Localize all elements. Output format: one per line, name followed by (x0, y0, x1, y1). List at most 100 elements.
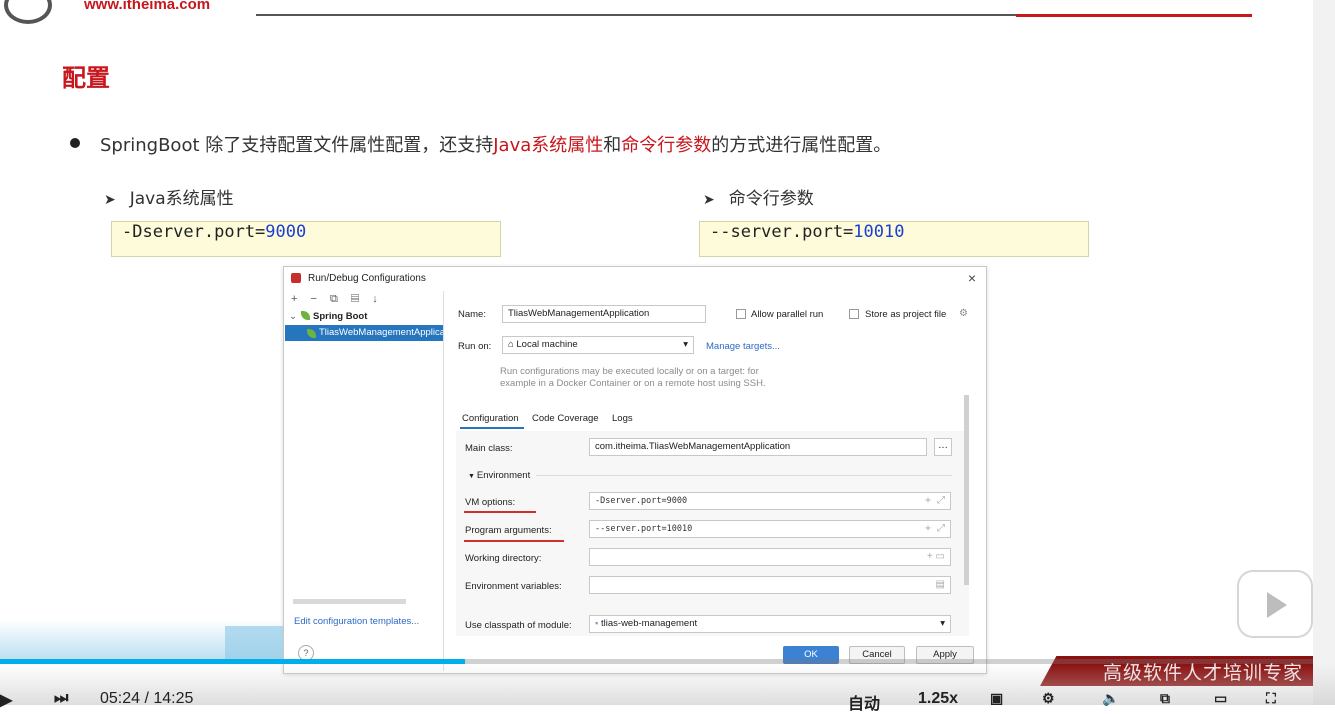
vm-options-value: -Dserver.port=9000 (595, 496, 688, 506)
page-scrollbar[interactable] (1313, 0, 1335, 705)
program-args-underline (464, 540, 564, 542)
config-tree-panel: + − ⧉ ▤ ↓ ⌄ Spring Boot TliasWebManagemen… (285, 291, 444, 671)
working-dir-input[interactable]: + ▭ (589, 548, 951, 566)
tree-group-spring-boot[interactable]: ⌄ Spring Boot (289, 311, 367, 322)
header-divider (256, 14, 1016, 16)
bullet-highlight-java: Java系统属性 (493, 135, 604, 156)
java-code-value: 9000 (265, 222, 307, 242)
tab-active-indicator (460, 427, 524, 429)
cmd-args-label: 命令行参数 (728, 189, 814, 209)
bullet-part1: SpringBoot 除了支持配置文件属性配置，还支持 (100, 135, 494, 156)
decorative-wave (225, 626, 283, 662)
widescreen-icon[interactable]: ▭ (1214, 690, 1227, 707)
tree-toolbar[interactable]: + − ⧉ ▤ ↓ (291, 293, 383, 306)
chevron-down-icon: ▾ (683, 339, 688, 350)
vm-options-label: VM options: (465, 497, 516, 508)
name-label: Name: (458, 309, 486, 320)
itheima-logo (0, 0, 80, 24)
video-time: 05:24 / 14:25 (100, 690, 194, 707)
spring-boot-icon (301, 311, 310, 320)
dialog-title: Run/Debug Configurations (308, 273, 426, 284)
java-props-code: -Dserver.port=9000 (111, 221, 501, 257)
next-icon[interactable]: ⏭ (54, 690, 68, 708)
run-on-hint-1: Run configurations may be executed local… (500, 366, 759, 377)
store-project-checkbox[interactable] (849, 309, 859, 319)
tab-logs[interactable]: Logs (612, 413, 633, 424)
run-on-value: Local machine (516, 339, 578, 350)
site-url: www.itheima.com (84, 0, 211, 13)
classpath-select[interactable]: ▪ tlias-web-management ▾ (589, 615, 951, 633)
environment-divider (536, 475, 952, 476)
chevron-down-icon: ▼ (468, 473, 477, 480)
bullet-part3: 的方式进行属性配置。 (711, 135, 892, 156)
volume-icon[interactable]: 🔈 (1102, 690, 1119, 707)
cmd-code-prefix: --server.port= (710, 222, 854, 242)
tab-configuration[interactable]: Configuration (462, 413, 519, 424)
cmd-args-code: --server.port=10010 (699, 221, 1089, 257)
program-args-label: Program arguments: (465, 525, 552, 536)
cmd-args-heading: ➤ 命令行参数 (703, 184, 814, 209)
classpath-value: tlias-web-management (601, 618, 698, 629)
classpath-label: Use classpath of module: (465, 620, 572, 631)
tree-horizontal-scrollbar[interactable] (293, 599, 406, 604)
fullscreen-icon[interactable]: ⛶ (1266, 690, 1276, 707)
arrow-icon: ➤ (104, 192, 116, 208)
settings-icon[interactable]: ⚙ (1042, 690, 1055, 707)
arrow-icon: ➤ (703, 192, 715, 208)
expand-icon[interactable]: + ⤢ (925, 493, 945, 509)
expand-icon[interactable]: + ⤢ (925, 521, 945, 537)
program-args-value: --server.port=10010 (595, 524, 693, 534)
bullet-dot (70, 138, 80, 148)
working-dir-label: Working directory: (465, 553, 542, 564)
name-input[interactable]: TliasWebManagementApplication (502, 305, 706, 323)
tree-item-label: TliasWebManagementApplication (319, 327, 443, 338)
bullet-highlight-cmd: 命令行参数 (621, 135, 712, 156)
play-icon[interactable]: ▶ (0, 690, 12, 710)
pip-icon[interactable]: ⧉ (1160, 690, 1170, 707)
run-debug-dialog: Run/Debug Configurations × + − ⧉ ▤ ↓ ⌄ Sp… (283, 266, 987, 674)
close-icon[interactable]: × (968, 270, 976, 286)
environment-toggle[interactable]: ▼ Environment (468, 470, 530, 481)
header-divider-accent (1016, 14, 1252, 17)
intellij-icon (291, 273, 301, 283)
program-args-input[interactable]: --server.port=10010 + ⤢ (589, 520, 951, 538)
slide: www.itheima.com 配置 SpringBoot 除了支持配置文件属性… (0, 0, 1313, 705)
env-vars-label: Environment variables: (465, 581, 562, 592)
play-overlay-button[interactable] (1237, 570, 1313, 638)
vm-options-underline (464, 511, 536, 513)
subtitle-icon[interactable]: ▣ (990, 690, 1003, 707)
vertical-scrollbar[interactable] (964, 395, 969, 585)
chevron-down-icon[interactable]: ⌄ (289, 311, 301, 322)
document-icon[interactable]: ▤ (936, 577, 945, 593)
vm-options-input[interactable]: -Dserver.port=9000 + ⤢ (589, 492, 951, 510)
bullet-text: SpringBoot 除了支持配置文件属性配置，还支持Java系统属性和命令行参… (100, 131, 891, 157)
java-code-prefix: -Dserver.port= (122, 222, 266, 242)
java-props-label: Java系统属性 (129, 189, 234, 209)
manage-targets-link[interactable]: Manage targets... (706, 341, 780, 352)
allow-parallel-checkbox[interactable] (736, 309, 746, 319)
allow-parallel-label: Allow parallel run (751, 309, 824, 320)
dialog-titlebar: Run/Debug Configurations × (284, 267, 986, 291)
edit-templates-link[interactable]: Edit configuration templates... (294, 616, 419, 627)
chevron-down-icon: ▾ (940, 618, 945, 629)
tab-code-coverage[interactable]: Code Coverage (532, 413, 599, 424)
folder-icon[interactable]: + ▭ (927, 549, 945, 565)
env-vars-input[interactable]: ▤ (589, 576, 951, 594)
main-class-input[interactable]: com.itheima.TliasWebManagementApplicatio… (589, 438, 927, 456)
run-on-select[interactable]: ⌂ Local machine ▾ (502, 336, 694, 354)
browse-button[interactable]: … (934, 438, 952, 456)
java-props-heading: ➤ Java系统属性 (104, 184, 234, 209)
bullet-part2: 和 (603, 135, 622, 156)
gear-icon[interactable]: ⚙ (959, 308, 968, 319)
tree-group-label: Spring Boot (313, 311, 368, 322)
run-on-label: Run on: (458, 341, 492, 352)
quality-button[interactable]: 自动 (848, 690, 880, 714)
tree-item-selected[interactable]: TliasWebManagementApplication (285, 325, 443, 341)
section-title: 配置 (62, 64, 110, 92)
run-on-hint-2: example in a Docker Container or on a re… (500, 378, 766, 389)
video-controls-bar (0, 664, 1335, 705)
cmd-code-value: 10010 (853, 222, 905, 242)
spring-boot-icon (307, 329, 316, 338)
store-project-label: Store as project file (865, 309, 947, 320)
speed-button[interactable]: 1.25x (918, 690, 958, 708)
